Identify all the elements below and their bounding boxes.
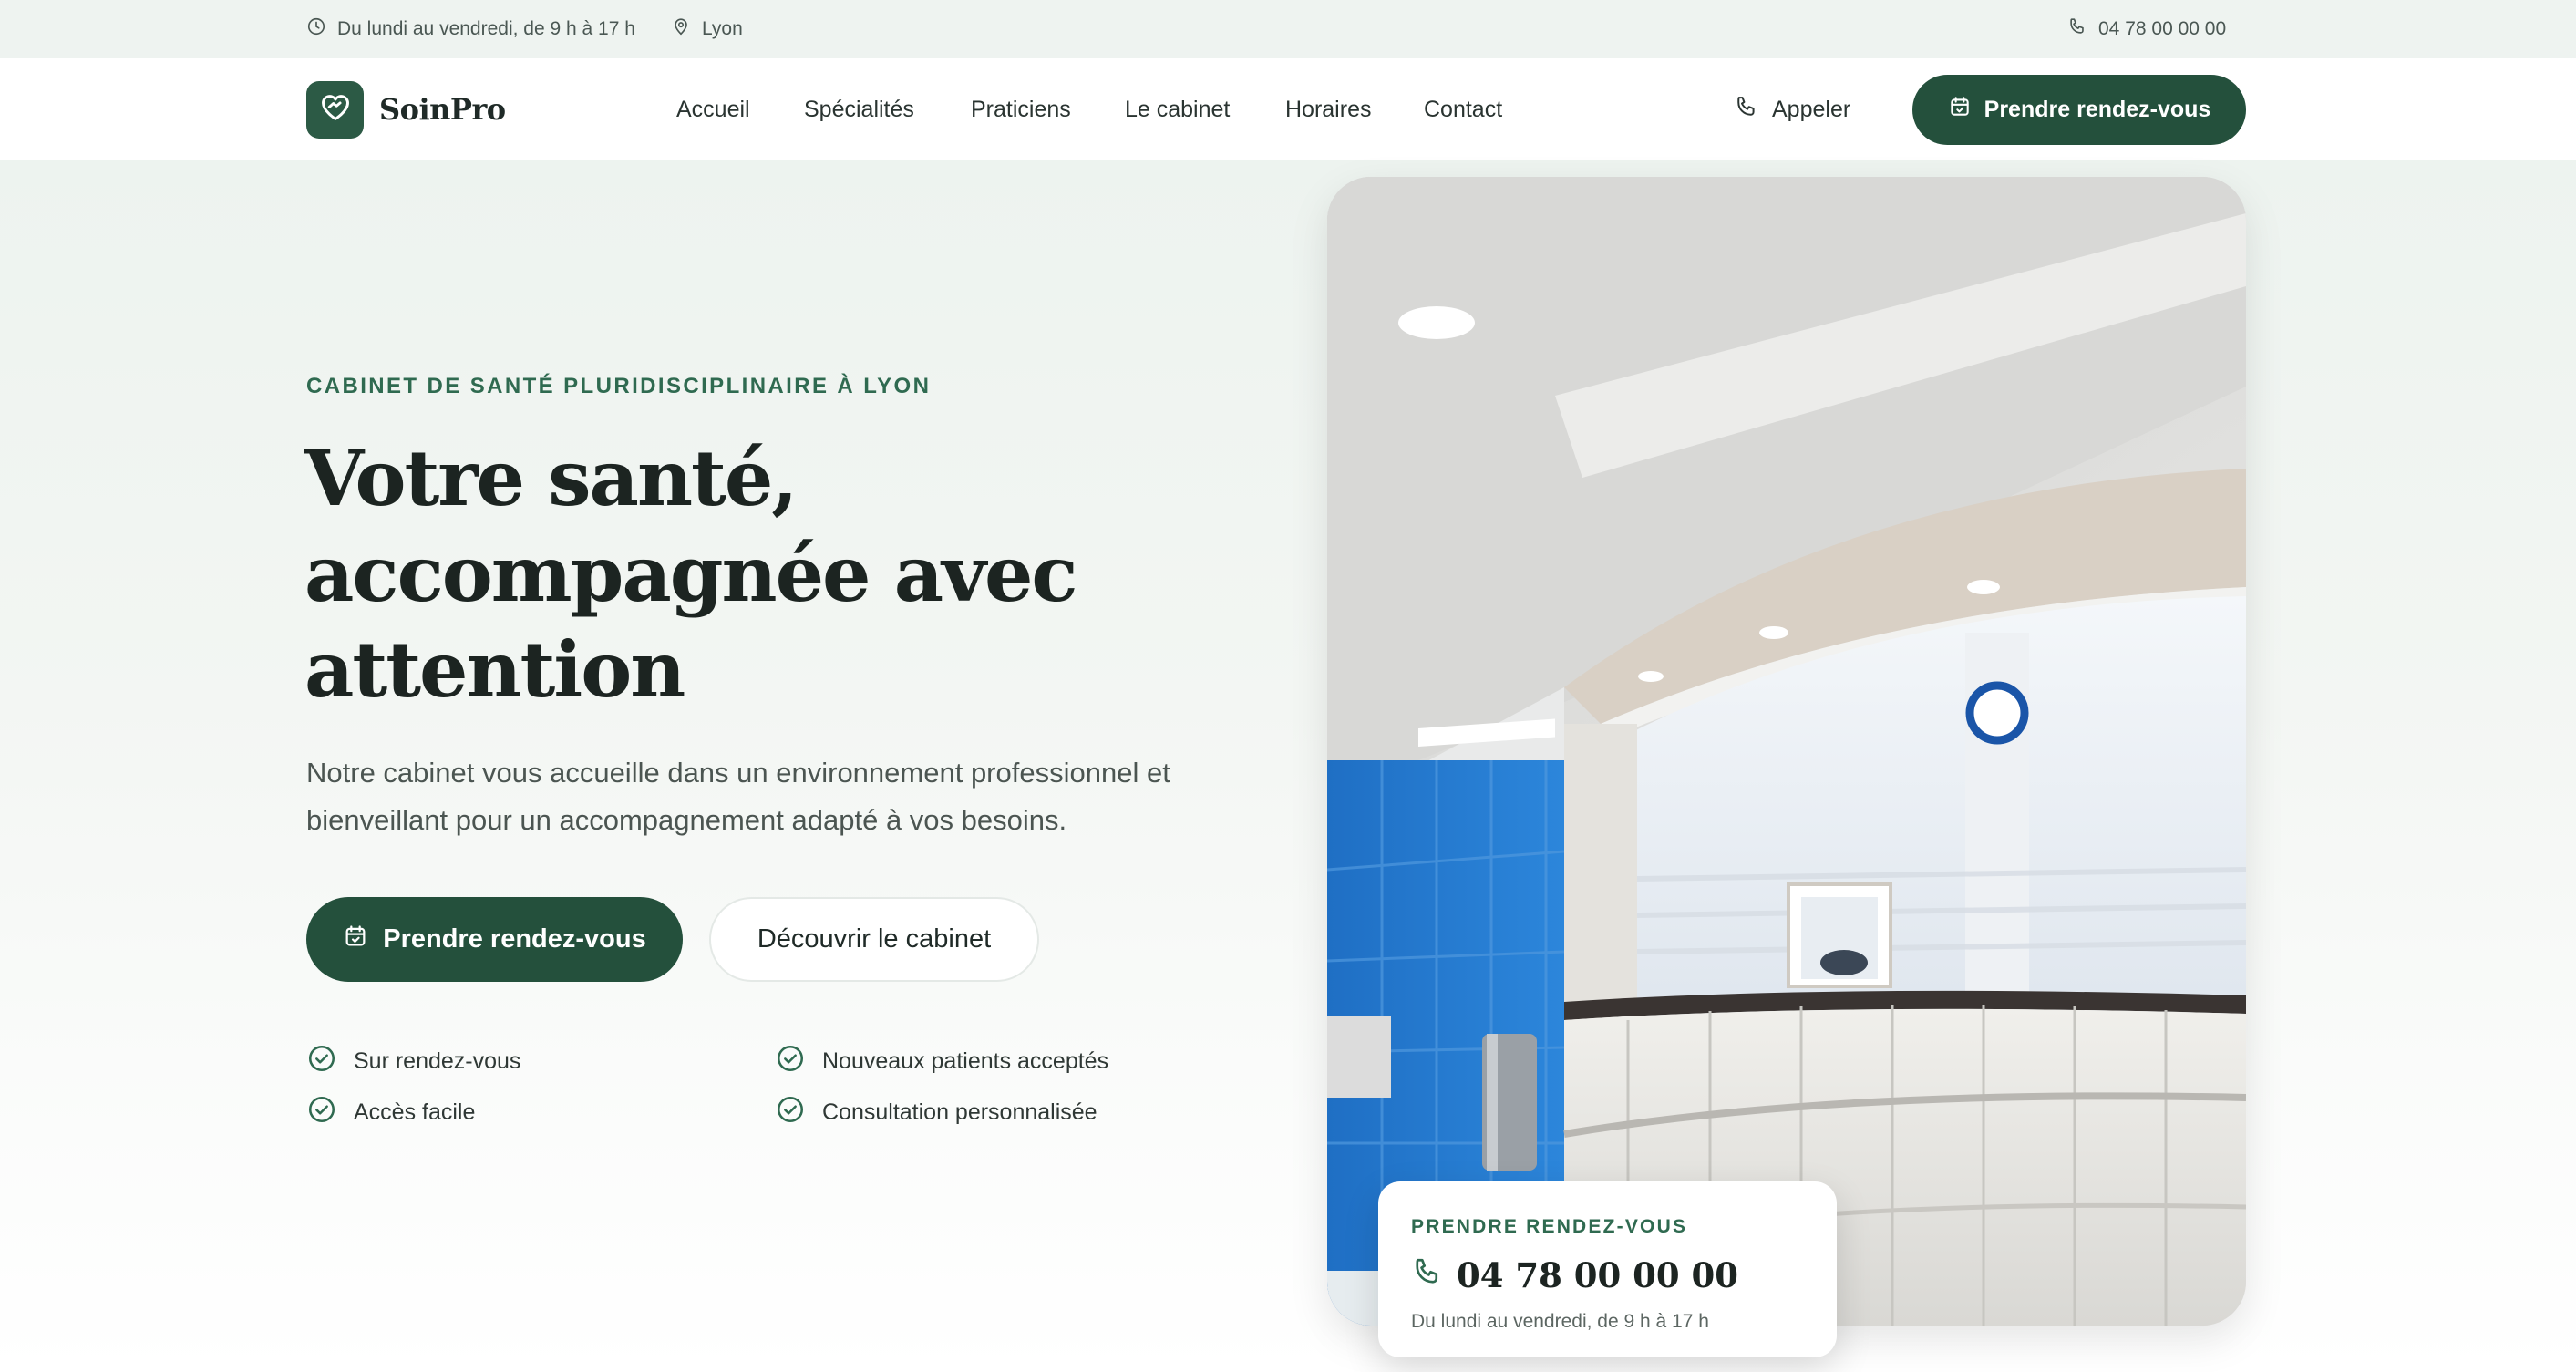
nav-praticiens[interactable]: Praticiens: [971, 93, 1071, 126]
clinic-reception-photo: [1327, 177, 2246, 1326]
appointment-phone-link[interactable]: 04 78 00 00 00: [1411, 1253, 1738, 1298]
hero-title-line-2: accompagnée avec: [304, 529, 1078, 619]
check-circle-icon: [306, 1043, 337, 1080]
hero-title-line-3: attention: [304, 624, 685, 715]
call-button[interactable]: Appeler: [1734, 91, 1850, 128]
logo-link[interactable]: [306, 81, 364, 139]
hero-book-appointment-button[interactable]: Prendre rendez-vous: [306, 897, 683, 982]
phone-icon: [2067, 16, 2087, 42]
appointment-phone-number: 04 78 00 00 00: [1457, 1255, 1738, 1295]
appointment-card-label: PRENDRE RENDEZ-VOUS: [1411, 1216, 1688, 1237]
clock-icon: [306, 16, 326, 42]
feature-item: Sur rendez-vous: [306, 1044, 520, 1078]
nav-horaires[interactable]: Horaires: [1285, 93, 1371, 126]
topbar-phone-number: 04 78 00 00 00: [2098, 18, 2227, 39]
nav-le-cabinet[interactable]: Le cabinet: [1125, 93, 1230, 126]
opening-hours-text: Du lundi au vendredi, de 9 h à 17 h: [337, 18, 635, 39]
feature-label: Accès facile: [354, 1099, 476, 1125]
hero-title-line-1: Votre santé,: [304, 433, 799, 523]
call-button-label: Appeler: [1772, 96, 1851, 122]
heart-handshake-icon: [319, 91, 352, 129]
appointment-hours: Du lundi au vendredi, de 9 h à 17 h: [1411, 1311, 1709, 1332]
appointment-card: PRENDRE RENDEZ-VOUS 04 78 00 00 00 Du lu…: [1378, 1181, 1837, 1357]
hero-primary-label: Prendre rendez-vous: [383, 924, 646, 954]
map-pin-icon: [671, 16, 691, 42]
phone-icon: [1411, 1255, 1444, 1296]
brand-name[interactable]: SoinPro: [379, 89, 506, 129]
top-info-bar: Du lundi au vendredi, de 9 h à 17 h Lyon…: [0, 0, 2576, 58]
nav-specialites[interactable]: Spécialités: [804, 93, 914, 126]
nav-accueil[interactable]: Accueil: [676, 93, 750, 126]
feature-label: Consultation personnalisée: [822, 1099, 1097, 1125]
feature-label: Sur rendez-vous: [354, 1047, 521, 1074]
location-text: Lyon: [702, 18, 743, 39]
check-circle-icon: [775, 1094, 806, 1131]
topbar-phone-link[interactable]: 04 78 00 00 00: [2067, 0, 2226, 58]
discover-cabinet-button[interactable]: Découvrir le cabinet: [709, 897, 1039, 982]
feature-item: Accès facile: [306, 1095, 475, 1130]
feature-label: Nouveaux patients acceptés: [822, 1047, 1109, 1074]
hero-description: Notre cabinet vous accueille dans un env…: [306, 757, 1170, 836]
phone-icon: [1734, 94, 1759, 126]
feature-item: Nouveaux patients acceptés: [775, 1044, 1108, 1078]
feature-item: Consultation personnalisée: [775, 1095, 1097, 1130]
hero-eyebrow: CABINET DE SANTÉ PLURIDISCIPLINAIRE À LY…: [306, 374, 932, 398]
main-navigation: SoinPro Accueil Spécialités Praticiens L…: [0, 58, 2576, 160]
nav-contact[interactable]: Contact: [1424, 93, 1502, 126]
location: Lyon: [671, 0, 743, 58]
check-circle-icon: [306, 1094, 337, 1131]
nav-cta-label: Prendre rendez-vous: [1984, 97, 2211, 122]
calendar-check-icon: [1948, 95, 1972, 125]
calendar-check-icon: [343, 923, 368, 956]
check-circle-icon: [775, 1043, 806, 1080]
hero-title: Votre santé, accompagnée avec attention: [304, 430, 1216, 717]
opening-hours: Du lundi au vendredi, de 9 h à 17 h: [306, 0, 635, 58]
nav-book-appointment-button[interactable]: Prendre rendez-vous: [1912, 75, 2246, 145]
